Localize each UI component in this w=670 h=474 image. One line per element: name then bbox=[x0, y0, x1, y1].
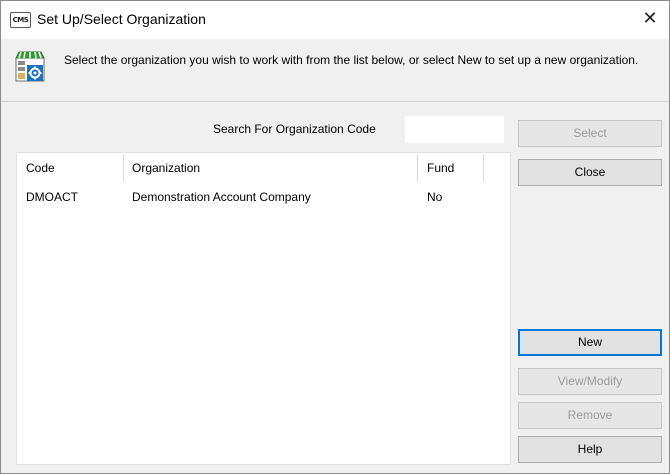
column-header-code[interactable]: Code bbox=[26, 153, 55, 183]
store-settings-icon bbox=[15, 51, 45, 82]
search-input[interactable] bbox=[405, 116, 504, 143]
dialog-window: CMS Set Up/Select Organization ✕ Select … bbox=[0, 0, 670, 474]
title-bar: CMS Set Up/Select Organization ✕ bbox=[1, 1, 669, 39]
cell-code: DMOACT bbox=[26, 190, 78, 204]
column-divider[interactable] bbox=[483, 154, 484, 182]
close-icon[interactable]: ✕ bbox=[635, 5, 665, 33]
cell-fund: No bbox=[427, 190, 443, 204]
remove-button[interactable]: Remove bbox=[518, 402, 662, 429]
new-button[interactable]: New bbox=[518, 329, 662, 356]
instruction-header: Select the organization you wish to work… bbox=[1, 39, 669, 102]
view-modify-button[interactable]: View/Modify bbox=[518, 368, 662, 395]
column-header-fund[interactable]: Fund bbox=[427, 153, 454, 183]
window-title: Set Up/Select Organization bbox=[37, 11, 206, 27]
column-divider[interactable] bbox=[123, 154, 124, 182]
list-header: Code Organization Fund bbox=[17, 153, 510, 183]
column-divider[interactable] bbox=[417, 154, 418, 182]
close-button[interactable]: Close bbox=[518, 159, 662, 186]
select-button[interactable]: Select bbox=[518, 120, 662, 147]
organization-list[interactable]: Code Organization Fund DMOACT Demonstrat… bbox=[16, 152, 511, 465]
help-button[interactable]: Help bbox=[518, 436, 662, 463]
list-row[interactable]: DMOACT Demonstration Account Company No bbox=[17, 185, 510, 209]
column-header-organization[interactable]: Organization bbox=[132, 153, 200, 183]
instruction-text: Select the organization you wish to work… bbox=[64, 53, 639, 67]
search-label: Search For Organization Code bbox=[213, 122, 376, 136]
cell-organization: Demonstration Account Company bbox=[132, 190, 311, 204]
app-icon: CMS bbox=[10, 12, 31, 28]
